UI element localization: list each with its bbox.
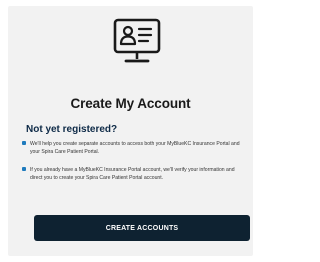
create-accounts-button[interactable]: CREATE ACCOUNTS — [34, 215, 250, 241]
bullet-marker-icon — [22, 167, 26, 171]
computer-profile-icon — [112, 18, 162, 66]
bullet-marker-icon — [22, 141, 26, 145]
not-registered-heading: Not yet registered? — [26, 124, 118, 135]
bullet-text: We'll help you create separate accounts … — [30, 141, 240, 155]
list-item: If you already have a MyBlueKC Insurance… — [22, 166, 240, 182]
list-item: We'll help you create separate accounts … — [22, 140, 240, 156]
page-title: Create My Account — [70, 96, 191, 111]
create-account-card: Create My Account Not yet registered? We… — [8, 6, 253, 256]
bullet-text: If you already have a MyBlueKC Insurance… — [30, 167, 235, 181]
